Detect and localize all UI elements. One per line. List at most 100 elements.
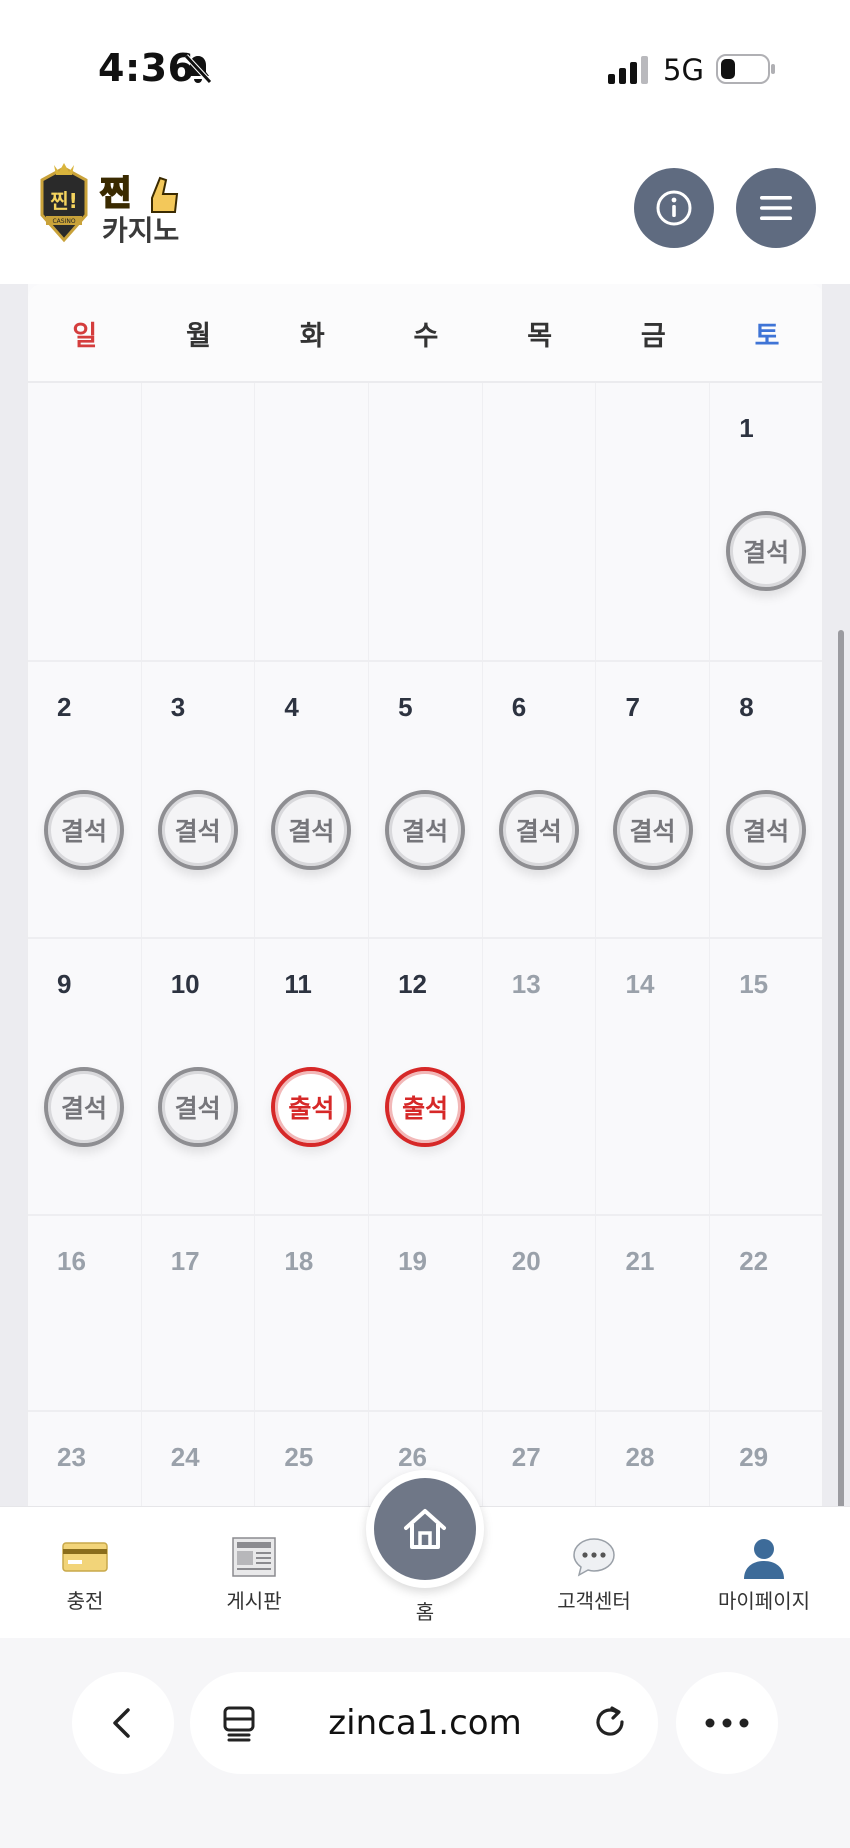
more-icon [705,1718,749,1728]
home-button[interactable] [366,1470,484,1588]
calendar-day-cell[interactable]: 17 [142,1216,256,1410]
back-icon [113,1708,130,1738]
calendar-day-number: 27 [511,1442,541,1472]
home-button-inner [374,1478,476,1580]
calendar-day-number: 4 [284,692,299,722]
calendar-day-number: 17 [170,1246,200,1276]
calendar-day-cell[interactable]: 27 [483,1412,597,1506]
reload-icon[interactable] [590,1702,630,1742]
nav-charge[interactable]: 충전 [10,1535,160,1614]
nav-board[interactable]: 게시판 [179,1535,329,1614]
calendar-day-cell[interactable]: 6 결석 [483,662,597,937]
scrollbar-thumb[interactable] [838,630,844,1540]
calendar-day-number: 13 [511,969,541,999]
weekday-tue: 화 [299,321,325,351]
calendar-day-cell [369,383,483,660]
nav-board-label: 게시판 [226,1591,282,1613]
hamburger-menu-icon [760,196,792,220]
calendar-day-number: 16 [57,1246,86,1276]
network-label: 5G [663,53,704,87]
absent-stamp: 결석 [726,790,807,870]
info-button[interactable] [634,168,714,248]
bell-muted-icon [184,54,212,84]
calendar-day-cell[interactable]: 13 [483,939,597,1214]
casino-logo[interactable]: 찐! CASINO 찐 카지노 [34,160,209,255]
nav-support[interactable]: 고객센터 [519,1535,669,1614]
calendar-day-cell[interactable]: 28 [597,1412,711,1506]
weekday-fri: 금 [640,321,666,351]
calendar-day-cell[interactable]: 16 [28,1216,142,1410]
browser-toolbar: zinca1.com [0,1638,850,1848]
calendar-day-cell[interactable]: 18 [255,1216,370,1410]
calendar-day-cell[interactable]: 19 [369,1216,483,1410]
home-icon [404,1509,446,1549]
nav-support-label: 고객센터 [557,1591,631,1613]
calendar-day-cell[interactable]: 11 출석 [255,939,370,1214]
nav-home-label: 홈 [415,1602,435,1624]
weekday-sun: 일 [72,321,98,351]
calendar-day-cell[interactable]: 23 [28,1412,142,1506]
calendar-day-cell[interactable]: 9 결석 [28,939,142,1214]
absent-stamp: 결석 [44,1067,124,1147]
menu-button[interactable] [736,168,816,248]
calendar-day-cell[interactable]: 25 [255,1412,370,1506]
calendar-week-row: 2 결석 3 결석 4 결석 5 결석 6 결석 7 결석 8 결석 [28,662,822,939]
svg-text:CASINO: CASINO [52,218,75,225]
address-bar[interactable]: zinca1.com [190,1672,658,1774]
weekday-sat: 토 [754,321,780,351]
calendar-day-cell[interactable]: 4 결석 [255,662,370,937]
calendar-day-number: 6 [511,692,527,722]
weekday-mon: 월 [186,321,211,351]
calendar-day-cell[interactable]: 24 [142,1412,256,1506]
weekday-thu: 목 [527,321,553,351]
calendar-day-number: 25 [284,1442,314,1472]
calendar-day-cell[interactable]: 10 결석 [142,939,256,1214]
calendar-day-cell[interactable]: 14 [597,939,711,1214]
absent-stamp: 결석 [726,511,807,591]
browser-more-button[interactable] [676,1672,778,1774]
calendar-day-number: 15 [739,969,769,999]
status-time: 4:36 [98,46,195,90]
calendar-day-cell[interactable]: 2 결석 [28,662,142,937]
calendar-day-number: 2 [57,692,72,722]
absent-stamp: 결석 [612,790,693,870]
calendar-day-cell[interactable]: 15 [710,939,822,1214]
calendar-day-cell[interactable]: 22 [710,1216,822,1410]
calendar-day-cell [142,383,256,660]
calendar-week-row: 1 결석 [28,383,822,662]
credit-card-icon [62,1542,108,1572]
calendar-week-row: 16 17 18 19 20 21 22 [28,1216,822,1412]
absent-stamp: 결석 [44,790,124,870]
calendar-day-number: 18 [284,1246,314,1276]
svg-text:찐: 찐 [100,174,131,214]
user-icon [744,1539,784,1579]
calendar-day-cell[interactable]: 3 결석 [142,662,256,937]
calendar-day-cell[interactable]: 7 결석 [597,662,711,937]
calendar-day-number: 3 [170,692,186,722]
nav-mypage[interactable]: 마이페이지 [689,1535,839,1614]
weekday-header: 일 월 화 수 목 금 토 [28,284,822,383]
calendar-day-number: 20 [511,1246,541,1276]
calendar-day-cell [255,383,370,660]
calendar-day-cell [28,383,142,660]
calendar-day-cell[interactable]: 1 결석 [710,383,822,660]
calendar-day-cell[interactable]: 12 출석 [369,939,483,1214]
calendar-day-cell[interactable]: 8 결석 [710,662,822,937]
calendar-day-number: 11 [284,969,312,999]
nav-charge-label: 충전 [66,1591,104,1613]
absent-stamp: 결석 [498,790,579,870]
calendar-day-number: 23 [57,1442,86,1472]
calendar-day-number: 28 [625,1442,655,1472]
status-bar: 4:36 5G [0,0,850,140]
calendar-day-cell[interactable]: 21 [597,1216,711,1410]
present-stamp: 출석 [385,1067,466,1147]
calendar-day-number: 8 [739,692,754,722]
svg-text:카지노: 카지노 [102,214,179,247]
chat-bubble-icon [573,1538,615,1577]
calendar-day-cell[interactable]: 5 결석 [369,662,483,937]
calendar-day-cell[interactable]: 20 [483,1216,597,1410]
calendar-day-cell[interactable]: 29 [710,1412,822,1506]
calendar-day-number: 19 [398,1246,428,1276]
signal-icon [608,56,648,84]
browser-back-button[interactable] [72,1672,174,1774]
